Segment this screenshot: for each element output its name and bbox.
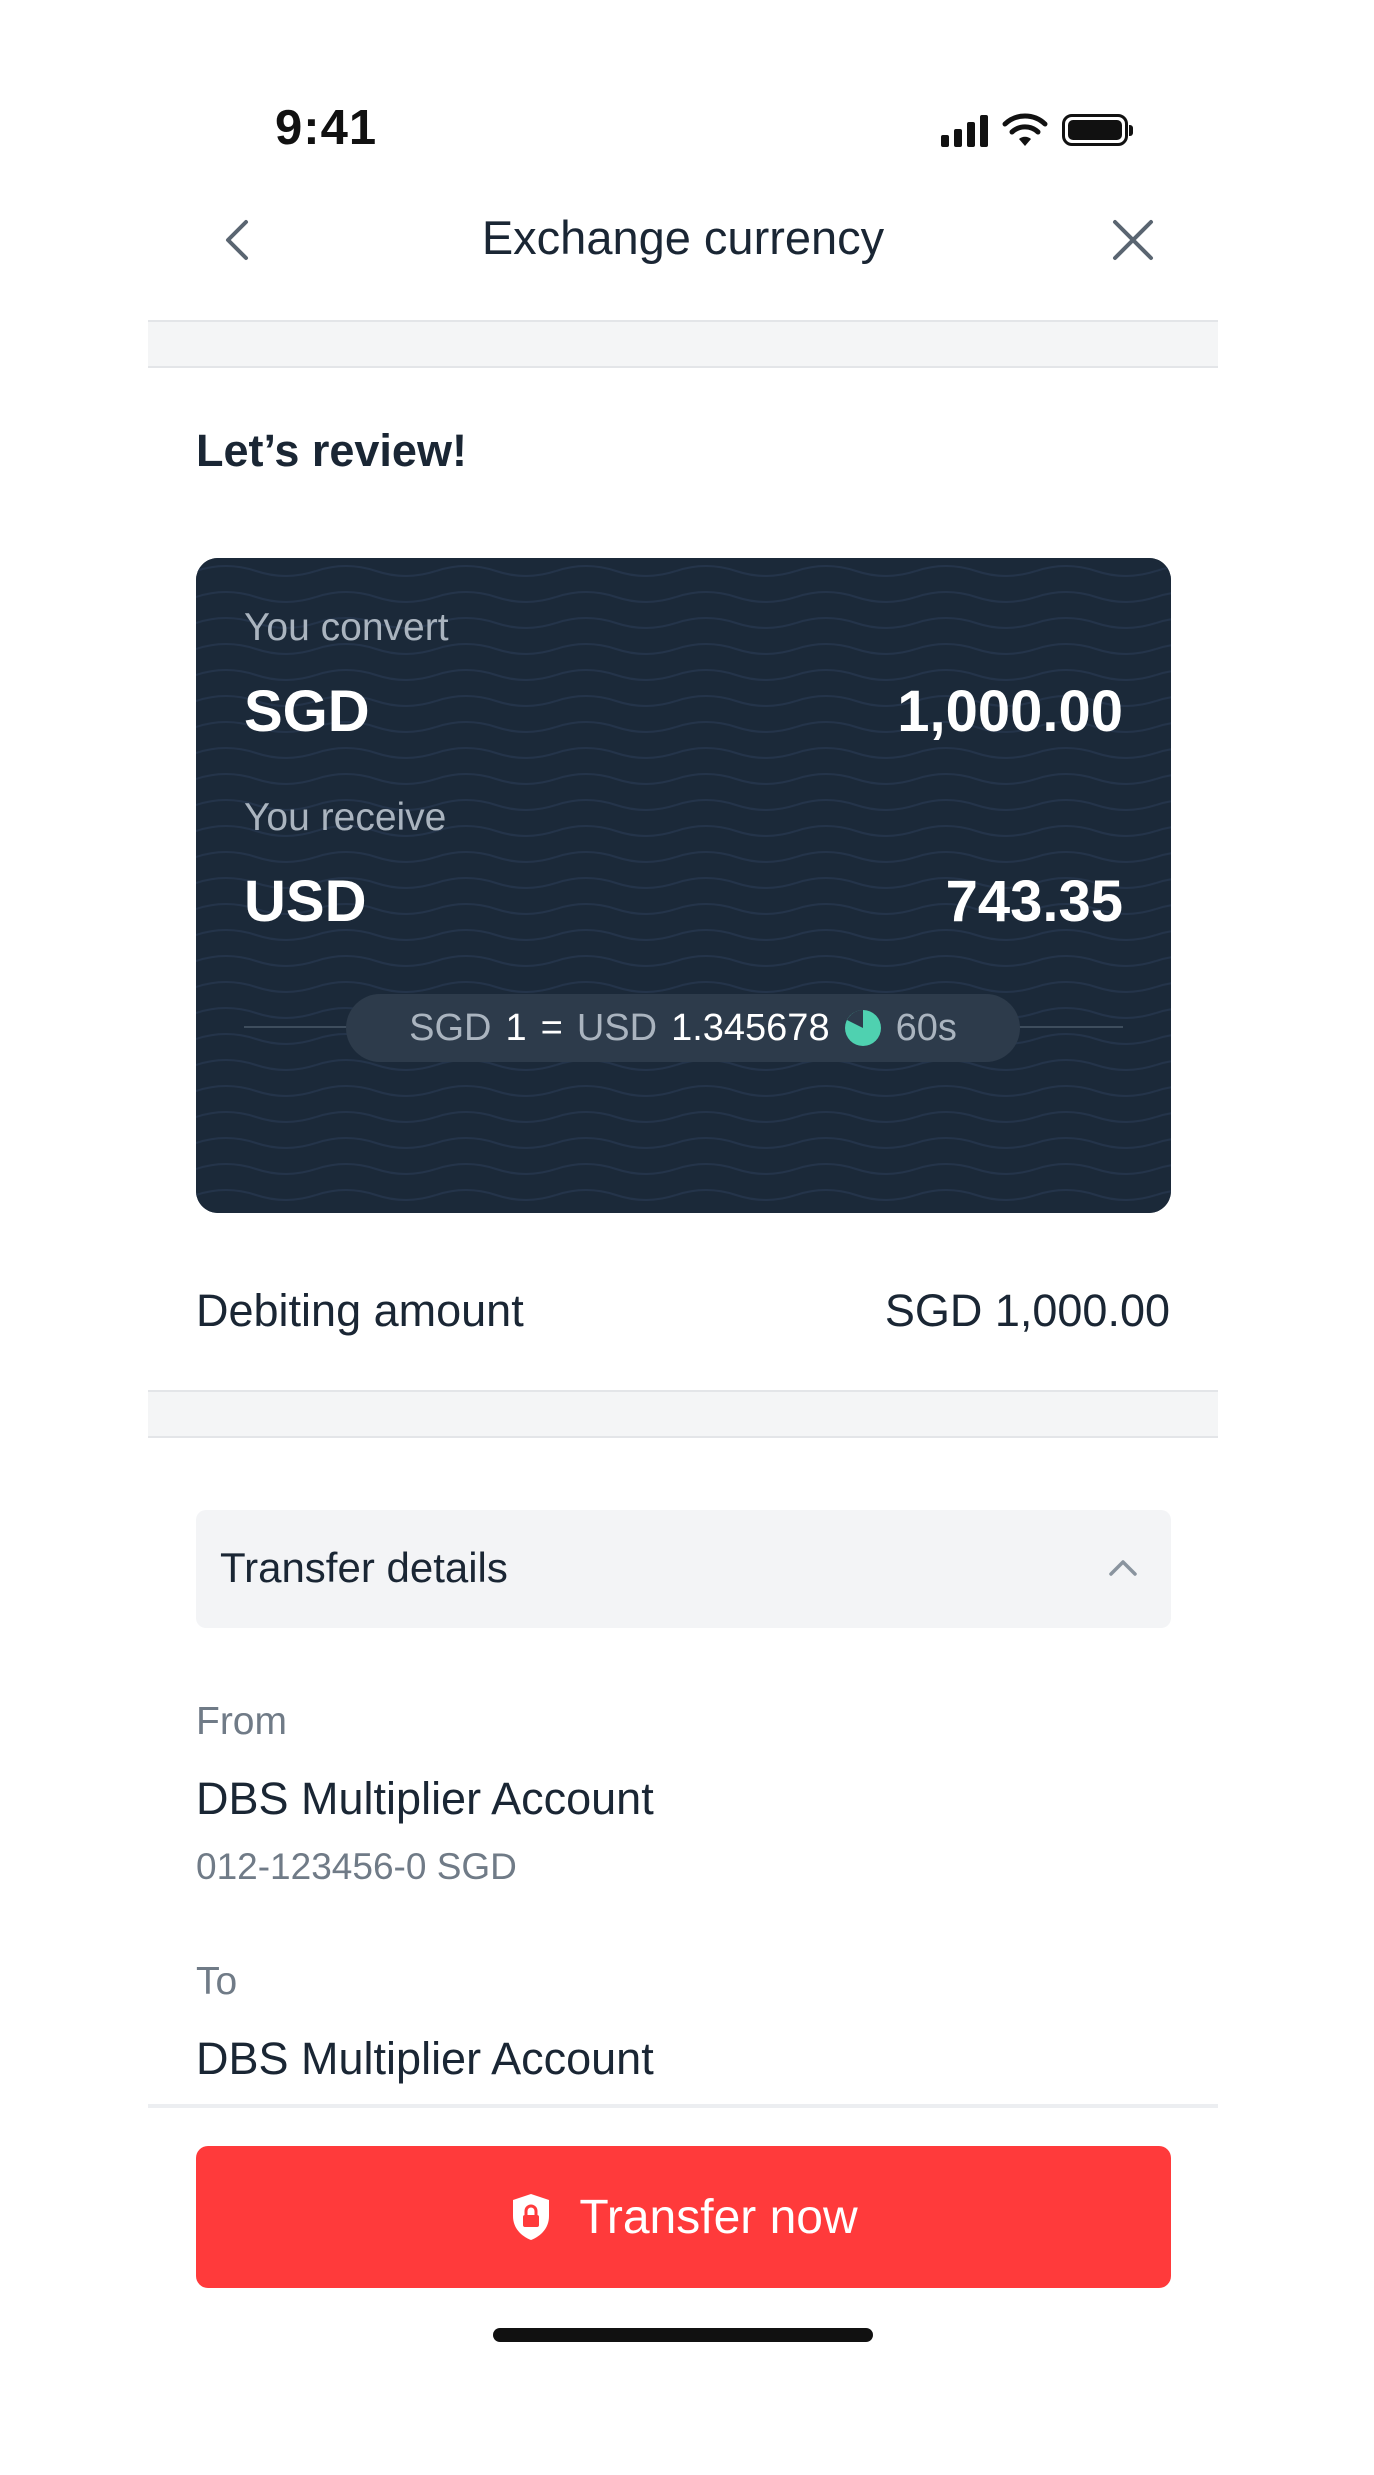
transfer-now-label: Transfer now	[579, 2190, 858, 2244]
rate-countdown: 60s	[895, 1006, 957, 1049]
review-heading: Let’s review!	[196, 425, 467, 476]
rate-equals: =	[540, 1006, 563, 1049]
debiting-amount-label: Debiting amount	[196, 1285, 524, 1336]
rate-to-value: 1.345678	[671, 1006, 830, 1049]
battery-icon	[1062, 114, 1133, 146]
rate-from-currency: SGD	[409, 1006, 492, 1049]
from-label: From	[196, 1700, 287, 1743]
page-title: Exchange currency	[481, 211, 885, 264]
status-time: 9:41	[275, 101, 378, 155]
rate-to-currency: USD	[576, 1006, 658, 1049]
section-divider	[148, 1390, 1218, 1438]
to-account-name: DBS Multiplier Account	[196, 2033, 654, 2084]
receive-amount: 743.35	[945, 869, 1123, 934]
receive-currency: USD	[244, 869, 367, 934]
exchange-rate-pill: SGD 1 = USD 1.345678 60s	[346, 994, 1020, 1062]
from-account-number: 012-123456-0 SGD	[196, 1846, 517, 1887]
signal-icon	[941, 113, 988, 147]
shield-lock-icon	[513, 2194, 550, 2240]
section-divider	[148, 320, 1218, 368]
to-label: To	[196, 1960, 238, 2003]
from-account-name: DBS Multiplier Account	[196, 1773, 654, 1824]
convert-amount: 1,000.00	[897, 679, 1123, 744]
receive-label: You receive	[244, 796, 447, 839]
timer-icon	[844, 1010, 881, 1046]
status-icons	[941, 108, 1133, 152]
exchange-card: You convert SGD 1,000.00 You receive USD…	[196, 558, 1171, 1213]
nav-bar: Exchange currency	[148, 190, 1218, 320]
transfer-details-toggle[interactable]: Transfer details	[196, 1510, 1171, 1628]
wifi-icon	[1002, 113, 1048, 146]
chevron-up-icon	[1109, 1560, 1137, 1576]
home-indicator	[493, 2328, 873, 2342]
transfer-now-button[interactable]: Transfer now	[196, 2146, 1171, 2288]
transfer-details-header: Transfer details	[220, 1544, 508, 1591]
debiting-amount-row: Debiting amount SGD 1,000.00	[196, 1285, 1170, 1337]
debiting-amount-value: SGD 1,000.00	[884, 1285, 1170, 1336]
rate-from-value: 1	[505, 1006, 527, 1049]
convert-currency: SGD	[244, 679, 370, 744]
close-icon[interactable]	[1103, 210, 1163, 270]
phone-screen: 9:41 Exchange currency Let’s review! You…	[148, 0, 1218, 2475]
footer-divider	[148, 2104, 1218, 2108]
convert-label: You convert	[244, 606, 449, 649]
